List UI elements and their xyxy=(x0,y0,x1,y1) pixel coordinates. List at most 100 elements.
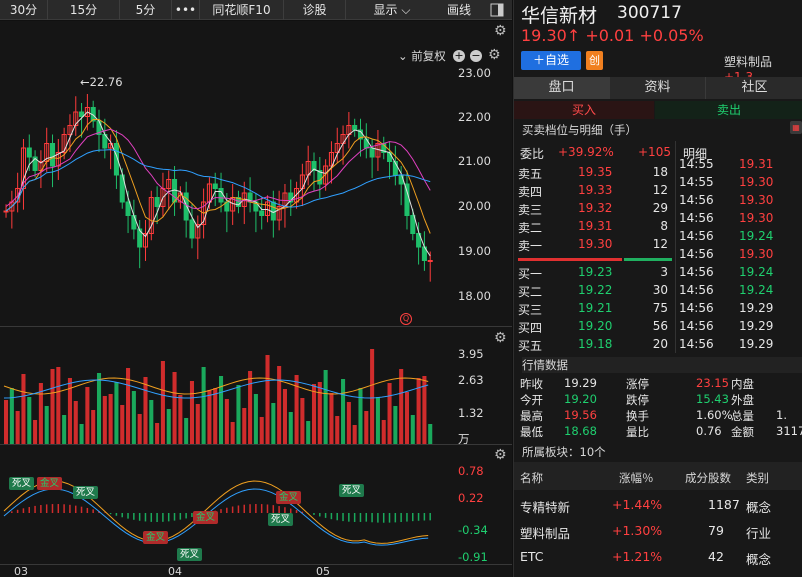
volume-bar xyxy=(108,394,113,445)
bid-label: 买一 xyxy=(518,267,543,281)
tab-community[interactable]: 社区 xyxy=(706,77,802,99)
candle-body xyxy=(49,143,56,167)
detail-row: 14:56 19.24 xyxy=(676,282,802,300)
stock-name: 华信新材 xyxy=(521,5,598,27)
panel-toggle-icon[interactable] xyxy=(486,0,508,20)
period-30min-button[interactable]: 30分 xyxy=(0,0,48,20)
quote-row: 昨收 19.29 涨停 23.15 内盘 xyxy=(514,375,802,391)
price-line: 19.30↑ +0.01 +0.05% xyxy=(521,26,704,45)
q-marker-icon[interactable]: Q xyxy=(400,313,412,325)
candle-body xyxy=(26,147,32,158)
volume-tick: 2.63 xyxy=(458,373,484,387)
detail-time: 14:56 xyxy=(679,265,714,279)
candle-body xyxy=(387,152,393,162)
f10-button[interactable]: 同花顺F10 xyxy=(200,0,284,20)
sector-row[interactable]: 塑料制品 +1.30% 79 行业 xyxy=(514,522,802,546)
quote-label: 今开 xyxy=(520,393,543,407)
bid-price: 19.18 xyxy=(578,337,613,351)
col-name[interactable]: 名称 xyxy=(520,470,543,486)
bid-row[interactable]: 买二 19.22 30 xyxy=(514,282,674,300)
ask-row[interactable]: 卖二 19.31 8 xyxy=(514,218,674,236)
ask-volume: 8 xyxy=(660,219,668,233)
col-count[interactable]: 成分股数 xyxy=(685,470,731,486)
detail-price: 19.30 xyxy=(739,175,774,189)
detail-row: 14:56 19.29 xyxy=(676,300,802,318)
candle-body xyxy=(427,260,433,262)
kline-chart[interactable]: ⌄ 前复权 + − ⚙ ⚙ 23.00 22.00 21.00 20.00 19… xyxy=(0,21,512,577)
volume-bar xyxy=(306,421,311,445)
diagnose-button[interactable]: 诊股 xyxy=(284,0,346,20)
detail-row: 14:56 19.24 xyxy=(676,264,802,282)
sector-type: 行业 xyxy=(746,526,772,541)
gear-icon[interactable]: ⚙ xyxy=(494,330,507,346)
weibi-value: +39.92% xyxy=(558,145,614,159)
more-icon[interactable]: ••• xyxy=(172,0,200,20)
buy-button[interactable]: 买入 xyxy=(514,101,654,119)
add-watchlist-button[interactable]: ＋自选 xyxy=(521,51,581,70)
quote-value: 0.76 xyxy=(696,424,722,438)
quote-row: 今开 19.20 跌停 15.43 外盘 xyxy=(514,391,802,407)
high-price-label: ←22.76 xyxy=(80,75,123,89)
volume-bar xyxy=(131,391,136,445)
draw-line-button[interactable]: 画线 xyxy=(438,0,480,20)
detail-row: 14:56 19.30 xyxy=(676,210,802,228)
quote-value: 19.56 xyxy=(564,408,597,422)
cross-badge: 死叉 xyxy=(268,513,294,526)
detail-price: 19.30 xyxy=(739,193,774,207)
quote-label: 涨停 xyxy=(626,377,649,391)
creative-icon[interactable]: 创 xyxy=(586,51,603,70)
quote-label: 金额 xyxy=(731,425,754,439)
sector-row[interactable]: ETC +1.21% 42 概念 xyxy=(514,548,802,572)
ask-row[interactable]: 卖五 19.35 18 xyxy=(514,164,674,182)
candle-body xyxy=(259,210,265,216)
sell-button[interactable]: 卖出 xyxy=(655,101,802,119)
volume-bar xyxy=(242,408,247,445)
detail-time: 14:56 xyxy=(679,229,714,243)
volume-bar xyxy=(172,372,177,445)
gear-icon[interactable]: ⚙ xyxy=(494,447,507,463)
quote-value: 19.29 xyxy=(564,376,597,390)
date-label: 03 xyxy=(14,565,28,577)
candle-body xyxy=(3,210,9,213)
volume-bar xyxy=(201,367,206,445)
detail-row: 14:55 19.30 xyxy=(676,174,802,192)
sector-count: 1187 xyxy=(708,497,740,512)
candle-body xyxy=(270,201,276,221)
volume-bar xyxy=(317,382,322,445)
detail-time: 14:56 xyxy=(679,193,714,207)
period-15min-button[interactable]: 15分 xyxy=(48,0,120,20)
volume-bar xyxy=(346,402,351,445)
candle-body xyxy=(131,215,137,230)
detail-time: 14:56 xyxy=(679,301,714,315)
display-menu[interactable]: 显示 ⌵ xyxy=(346,0,438,20)
col-type[interactable]: 类别 xyxy=(746,470,769,486)
col-pct[interactable]: 涨幅％ xyxy=(619,470,654,486)
ask-row[interactable]: 卖一 19.30 12 xyxy=(514,236,674,254)
volume-bar xyxy=(311,384,317,445)
ask-row[interactable]: 卖三 19.32 29 xyxy=(514,200,674,218)
bid-row[interactable]: 买一 19.23 3 xyxy=(514,264,674,282)
ask-row[interactable]: 卖四 19.33 12 xyxy=(514,182,674,200)
detail-time: 14:55 xyxy=(679,175,714,189)
bid-row[interactable]: 买三 19.21 75 xyxy=(514,300,674,318)
chart-mini-icon[interactable]: ▦ xyxy=(790,121,802,134)
detail-price: 19.30 xyxy=(739,211,774,225)
tab-profile[interactable]: 资料 xyxy=(610,77,706,99)
cross-badge: 死叉 xyxy=(9,477,35,490)
bid-label: 买三 xyxy=(518,303,543,317)
volume-bar xyxy=(259,417,264,445)
detail-time: 14:56 xyxy=(679,211,714,225)
bid-row[interactable]: 买四 19.20 56 xyxy=(514,318,674,336)
cross-badge: 死叉 xyxy=(73,486,99,499)
tab-pankou[interactable]: 盘口 xyxy=(514,77,610,99)
bid-row[interactable]: 买五 19.18 20 xyxy=(514,336,674,354)
volume-bar xyxy=(288,412,293,445)
period-5min-button[interactable]: 5分 xyxy=(120,0,172,20)
volume-bar xyxy=(96,373,102,445)
ask-label: 卖三 xyxy=(518,203,543,217)
price-tick: 18.00 xyxy=(458,289,491,303)
volume-bar xyxy=(271,403,276,445)
cross-badge: 死叉 xyxy=(177,548,203,561)
sector-name: 塑料制品 xyxy=(520,526,571,541)
sector-row[interactable]: 专精特新 +1.44% 1187 概念 xyxy=(514,496,802,520)
